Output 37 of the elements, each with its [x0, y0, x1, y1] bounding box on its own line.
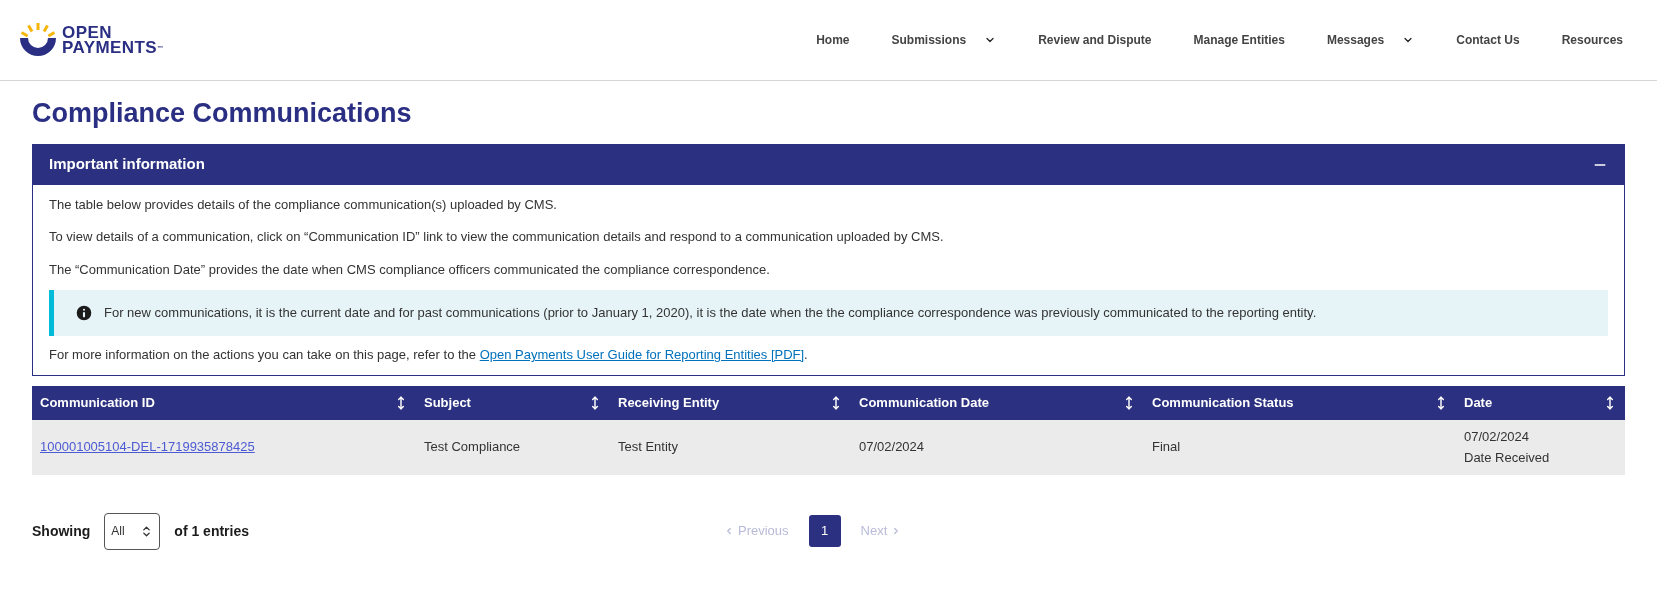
column-header[interactable]: Communication Status — [1144, 385, 1456, 420]
info-paragraph: The “Communication Date” provides the date when CMS compliance officers communicated the compliance correspondence. — [49, 260, 771, 279]
column-header[interactable]: Receiving Entity — [610, 385, 851, 420]
table-cell: 07/02/2024 — [859, 439, 925, 455]
communication-id-link[interactable]: 100001005104-DEL-1719935878425 — [40, 439, 255, 455]
table-cell: Test Entity — [618, 439, 678, 455]
column-header[interactable]: Date — [1456, 385, 1625, 420]
info-paragraph: For more information on the actions you can take on this page, refer to the Open Payments User Guide for Reporting Entities [PDF]. — [49, 346, 809, 364]
table-cell-text: 07/02/2024 — [1464, 428, 1531, 446]
logo-text: PAYMENTS$^{™}$ — [62, 40, 164, 55]
nav-link[interactable]: Manage Entities — [1183, 31, 1295, 49]
info-paragraph: To view details of a communication, click on “Communication ID” link to view the communication details and respond to a communication uploaded by CMS. — [49, 228, 945, 246]
column-header[interactable]: Subject — [416, 385, 610, 420]
sun-logo-icon — [20, 23, 56, 57]
info-panel-title: Important information — [49, 154, 205, 175]
nav-link[interactable]: Contact Us — [1446, 31, 1530, 49]
nav-link[interactable]: Home — [806, 31, 860, 49]
page-button[interactable]: 1 — [808, 515, 841, 547]
column-header[interactable]: Communication Date — [851, 385, 1144, 420]
info-panel-header[interactable]: Important information — [33, 144, 1624, 185]
table-cell-text: Date Received — [1464, 449, 1551, 467]
note-text: For new communications, it is the current date and for past communications (prior to January 1, 2020), it is the date when the the compliance correspondence was previously communicated to the reporting entity. — [104, 304, 1317, 323]
nav-link[interactable]: Submissions — [881, 31, 1007, 49]
table-cell: Final — [1152, 439, 1181, 455]
table-cell: Test Compliance — [424, 439, 521, 455]
info-icon — [74, 303, 94, 323]
entries-label: of 1 entries — [174, 521, 250, 541]
nav-link[interactable]: Review and Dispute — [1028, 31, 1162, 49]
page-size-select[interactable]: All — [104, 512, 161, 550]
nav-link[interactable]: Resources — [1551, 31, 1633, 49]
info-paragraph: The table below provides details of the compliance communication(s) uploaded by CMS. — [49, 195, 558, 214]
page-title: Compliance Communications — [32, 97, 413, 130]
nav-link[interactable]: Messages — [1316, 31, 1425, 49]
chevron-left-icon — [724, 526, 734, 536]
column-header[interactable]: Communication ID — [32, 385, 416, 420]
logo-text: OPEN — [62, 25, 112, 40]
showing-label: Showing — [32, 521, 91, 541]
